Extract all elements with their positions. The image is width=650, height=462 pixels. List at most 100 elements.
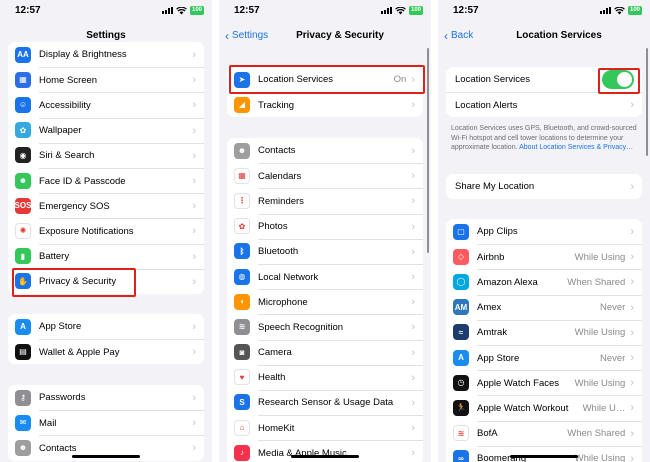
privacy-item-bluetooth[interactable]: ᛒ Bluetooth › <box>227 238 423 264</box>
privacy-item-speech-recognition[interactable]: ≋ Speech Recognition › <box>227 314 423 339</box>
row-label: Display & Brightness <box>39 49 127 61</box>
app-location-item-amex[interactable]: AM Amex Never › <box>446 294 642 320</box>
row-label: Contacts <box>39 442 77 454</box>
globe-icon: ◍ <box>234 268 250 285</box>
highlight-privacy-security <box>12 268 136 297</box>
app-location-item-airbnb[interactable]: ◇ Airbnb While Using › <box>446 244 642 269</box>
signal-icon <box>599 7 611 14</box>
privacy-item-media-and-apple-music[interactable]: ♪ Media & Apple Music › <box>227 440 423 462</box>
privacy-item-contacts[interactable]: ☻ Contacts › <box>227 138 423 163</box>
privacy-item-health[interactable]: ♥ Health › <box>227 364 423 390</box>
privacy-item-homekit[interactable]: ⌂ HomeKit › <box>227 415 423 440</box>
row-label: Tracking <box>258 99 295 111</box>
chevron-right-icon: › <box>630 326 634 339</box>
settings-item-wallpaper[interactable]: ✿ Wallpaper › <box>8 117 204 143</box>
app-location-item-boomerang[interactable]: ∞ Boomerang While Using › <box>446 445 642 462</box>
settings-item-accessibility[interactable]: ☺ Accessibility › <box>8 92 204 117</box>
app-location-item-amazon-alexa[interactable]: ◯ Amazon Alexa When Shared › <box>446 269 642 294</box>
settings-item-siri-and-search[interactable]: ◉ Siri & Search › <box>8 142 204 168</box>
settings-item-home-screen[interactable]: ▦ Home Screen › <box>8 67 204 92</box>
camera-icon: ◙ <box>234 344 250 361</box>
privacy-item-tracking[interactable]: ◢ Tracking › <box>227 92 423 117</box>
location-services-label: Location Services <box>455 74 530 86</box>
home-screen-icon: ▦ <box>15 71 31 88</box>
chevron-right-icon: › <box>192 175 196 188</box>
settings-item-battery[interactable]: ▮ Battery › <box>8 243 204 269</box>
row-label: Wallpaper <box>39 125 82 137</box>
chevron-right-icon: › <box>411 346 415 359</box>
chevron-right-icon: › <box>630 251 634 264</box>
settings-item-app-store[interactable]: A App Store › <box>8 314 204 339</box>
app-location-item-amtrak[interactable]: ≈ Amtrak While Using › <box>446 319 642 345</box>
nav-bar: ‹ Back Location Services <box>438 22 650 48</box>
location-alerts-label: Location Alerts <box>455 99 518 111</box>
wifi-icon <box>395 6 406 15</box>
key-icon: ⚷ <box>15 389 31 406</box>
status-bar: 12:57 100 <box>0 0 212 22</box>
settings-item-passwords[interactable]: ⚷ Passwords › <box>8 385 204 410</box>
battery-status-icon: 100 <box>408 6 423 15</box>
row-label: BofA <box>477 428 498 440</box>
app-clips-icon: ▢ <box>453 223 469 240</box>
chevron-left-icon: ‹ <box>225 28 229 43</box>
wallpaper-icon: ✿ <box>15 122 31 139</box>
privacy-item-calendars[interactable]: ▦ Calendars › <box>227 163 423 188</box>
app-location-item-apple-watch-faces[interactable]: ◷ Apple Watch Faces While Using › <box>446 370 642 395</box>
settings-item-emergency-sos[interactable]: SOS Emergency SOS › <box>8 193 204 218</box>
settings-group-store: A App Store › ▤ Wallet & Apple Pay › <box>8 314 204 365</box>
face-id-icon: ☻ <box>15 172 31 189</box>
row-value: While Using <box>574 453 626 462</box>
mail-icon: ✉ <box>15 414 31 431</box>
share-my-location-row[interactable]: Share My Location › <box>446 174 642 199</box>
boomerang-icon: ∞ <box>453 450 469 462</box>
chevron-right-icon: › <box>630 180 634 193</box>
privacy-item-research-sensor-and-usage-data[interactable]: S Research Sensor & Usage Data › <box>227 389 423 415</box>
privacy-item-photos[interactable]: ✿ Photos › <box>227 213 423 239</box>
row-label: Siri & Search <box>39 150 95 162</box>
reminders-icon: ⋮ <box>234 192 250 209</box>
privacy-item-reminders[interactable]: ⋮ Reminders › <box>227 188 423 213</box>
photos-icon: ✿ <box>234 218 250 235</box>
settings-item-exposure-notifications[interactable]: ✺ Exposure Notifications › <box>8 218 204 243</box>
wifi-icon <box>614 6 625 15</box>
settings-item-mail[interactable]: ✉ Mail › <box>8 410 204 435</box>
location-alerts-row[interactable]: Location Alerts › <box>446 92 642 117</box>
amtrak-icon: ≈ <box>453 324 469 341</box>
chevron-right-icon: › <box>630 225 634 238</box>
app-location-item-app-store[interactable]: A App Store Never › <box>446 344 642 370</box>
chevron-right-icon: › <box>192 417 196 430</box>
about-location-privacy-link[interactable]: About Location Services & Privacy… <box>519 144 633 151</box>
home-indicator <box>291 455 359 458</box>
amex-icon: AM <box>453 299 469 316</box>
signal-icon <box>161 7 173 14</box>
row-label: Apple Watch Faces <box>477 377 560 389</box>
settings-item-wallet-and-apple-pay[interactable]: ▤ Wallet & Apple Pay › <box>8 339 204 364</box>
privacy-item-microphone[interactable]: ◖ Microphone › <box>227 289 423 314</box>
battery-icon: ▮ <box>15 248 31 265</box>
row-label: Wallet & Apple Pay <box>39 346 120 358</box>
scrollbar[interactable] <box>646 48 648 156</box>
app-location-item-app-clips[interactable]: ▢ App Clips › <box>446 219 642 244</box>
chevron-right-icon: › <box>192 320 196 333</box>
app-location-item-apple-watch-workout[interactable]: 🏃 Apple Watch Workout While U… › <box>446 395 642 420</box>
row-value: When Shared <box>567 428 626 440</box>
status-time: 12:57 <box>15 5 41 16</box>
scrollbar[interactable] <box>427 48 429 253</box>
app-location-item-bofa[interactable]: ≋ BofA When Shared › <box>446 420 642 446</box>
settings-item-display-and-brightness[interactable]: AA Display & Brightness › <box>8 42 204 67</box>
alexa-icon: ◯ <box>453 273 469 290</box>
row-label: Home Screen <box>39 74 98 86</box>
settings-item-face-id-and-passcode[interactable]: ☻ Face ID & Passcode › <box>8 167 204 193</box>
row-label: Speech Recognition <box>258 321 344 333</box>
row-label: Camera <box>258 347 292 359</box>
battery-status-icon: 100 <box>627 6 642 15</box>
chevron-right-icon: › <box>630 402 634 415</box>
status-icons: 100 <box>380 6 423 15</box>
privacy-item-camera[interactable]: ◙ Camera › <box>227 339 423 365</box>
research-icon: S <box>234 394 250 411</box>
chevron-right-icon: › <box>192 275 196 288</box>
row-label: App Store <box>39 321 82 333</box>
status-time: 12:57 <box>453 5 479 16</box>
privacy-item-local-network[interactable]: ◍ Local Network › <box>227 263 423 289</box>
contacts-icon: ☻ <box>15 439 31 456</box>
